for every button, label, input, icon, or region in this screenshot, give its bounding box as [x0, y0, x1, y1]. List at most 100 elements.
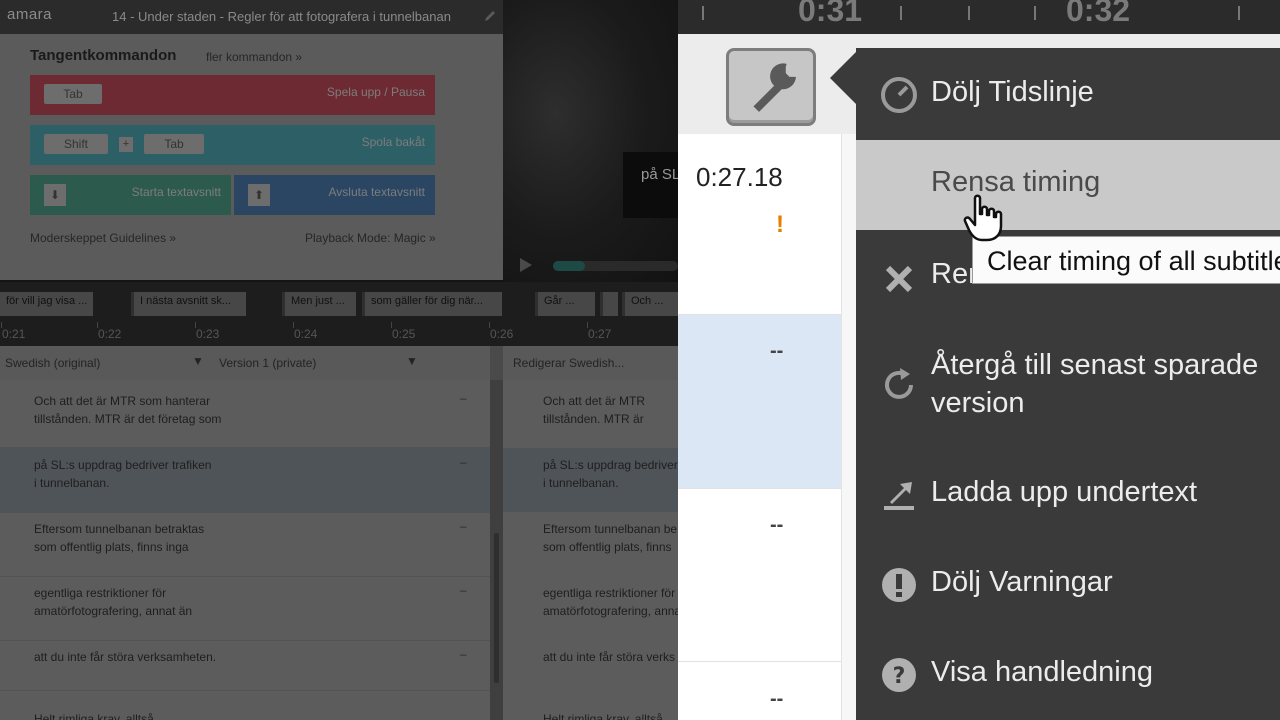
menu-item-upload[interactable]: Ladda upp undertext	[856, 450, 1280, 540]
pencil-icon[interactable]	[483, 9, 497, 23]
timeline-chip[interactable]: som gäller för dig när...	[362, 292, 502, 316]
play-icon[interactable]	[519, 257, 533, 273]
tools-menu-button[interactable]	[726, 48, 816, 126]
menu-item-label: Rensa timing	[931, 166, 1101, 198]
edit-line[interactable]: i tunnelbanan.	[543, 474, 618, 492]
edit-line[interactable]: Och att det är MTR	[543, 392, 645, 410]
tab-key: Tab	[144, 134, 204, 154]
rewind-shortcut[interactable]: Shift + Tab Spola bakåt	[30, 125, 435, 165]
chevron-down-icon[interactable]: ▼	[406, 354, 418, 368]
video-player[interactable]	[503, 0, 680, 282]
menu-item-label: Visa handledning	[931, 656, 1153, 688]
menu-pointer	[830, 52, 856, 104]
source-line: att du inte får störa verksamheten.	[34, 650, 217, 664]
menu-item-label: Återgå till senast sparade version	[931, 349, 1259, 419]
row-dash: –	[460, 519, 467, 533]
timeline-chip[interactable]: Går ...	[535, 292, 595, 316]
wrench-icon	[753, 63, 796, 112]
source-line: i tunnelbanan.	[34, 476, 110, 490]
edit-line[interactable]: tillstånden. MTR är	[543, 410, 644, 428]
editing-label: Redigerar Swedish...	[513, 356, 625, 370]
column-separator	[841, 134, 856, 720]
menu-item-hide-warnings[interactable]: Dölj Varningar	[856, 540, 1280, 630]
menu-item-label: Dölj Varningar	[931, 566, 1113, 598]
play-pause-label: Spela upp / Pausa	[326, 85, 425, 99]
play-pause-shortcut[interactable]: Tab Spela upp / Pausa	[30, 75, 435, 115]
top-bar: amara 14 - Under staden - Regler för att…	[0, 0, 503, 34]
timeline-chip[interactable]	[600, 292, 618, 316]
row-divider	[678, 314, 841, 315]
timeline-chip[interactable]: Och ...	[622, 292, 680, 316]
refresh-icon	[885, 368, 913, 399]
arrow-up-key: ⬆	[248, 184, 270, 206]
timeline-chip[interactable]: Men just ...	[282, 292, 356, 316]
subtitle-timeline[interactable]: för vill jag visa ... I nästa avsnitt sk…	[0, 282, 680, 346]
menu-item-label: Dölj Tidslinje	[931, 76, 1094, 108]
empty-time: --	[770, 340, 784, 362]
subtitle-start-time[interactable]: 0:27.18	[696, 162, 783, 193]
svg-text:?: ?	[893, 664, 906, 689]
menu-item-label: Ladda upp undertext	[931, 476, 1198, 508]
tick-label: 0:25	[392, 327, 416, 341]
edit-line[interactable]: Helt rimliga krav, alltså.	[543, 710, 666, 720]
tick-line	[702, 6, 704, 20]
scrollbar-thumb[interactable]	[494, 533, 499, 683]
empty-time: --	[770, 514, 784, 536]
x-icon	[885, 265, 913, 293]
edit-line[interactable]: Eftersom tunnelbanan be	[543, 520, 677, 538]
row-divider	[678, 488, 841, 489]
language-select[interactable]: Swedish (original)	[5, 356, 100, 370]
timing-row-highlight	[678, 315, 841, 488]
edit-column-header: Redigerar Swedish...	[503, 346, 680, 380]
source-line: Helt rimliga krav, alltså.	[34, 712, 158, 720]
edit-line[interactable]: att du inte får störa verks	[543, 648, 675, 666]
chevron-down-icon[interactable]: ▼	[192, 354, 204, 368]
tab-key: Tab	[44, 84, 102, 104]
zoomed-tick: 0:32	[1066, 0, 1131, 28]
timeline-chip[interactable]: I nästa avsnitt sk...	[131, 292, 246, 316]
tick-line	[1034, 6, 1036, 20]
tick-label: 0:26	[490, 327, 514, 341]
tick-line	[968, 6, 970, 20]
row-divider	[0, 576, 490, 577]
guidelines-link[interactable]: Moderskeppet Guidelines »	[30, 231, 176, 245]
tools-dropdown-menu: Dölj Tidslinje Rensa timing Rensa text Å…	[856, 48, 1280, 720]
amara-logo[interactable]: amara	[7, 6, 52, 23]
tick-line	[900, 6, 902, 20]
source-line: som offentlig plats, finns inga	[34, 540, 189, 554]
source-line: Eftersom tunnelbanan betraktas	[34, 522, 205, 536]
menu-item-hide-timeline[interactable]: Dölj Tidslinje	[856, 48, 1280, 140]
timeline-chip[interactable]: för vill jag visa ...	[0, 292, 93, 316]
source-line: Och att det är MTR som hanterar	[34, 394, 211, 408]
row-divider	[0, 512, 490, 513]
tick-line	[1238, 6, 1240, 20]
edit-line[interactable]: egentliga restriktioner för	[543, 584, 675, 602]
end-subtitle-shortcut[interactable]: ⬆ Avsluta textavsnitt	[234, 175, 435, 215]
edit-line[interactable]: amatörfotografering, anna	[543, 602, 681, 620]
row-dash: –	[460, 391, 467, 405]
more-commands-link[interactable]: fler kommandon »	[206, 50, 302, 64]
edit-line[interactable]: som offentlig plats, finns	[543, 538, 672, 556]
shortcuts-title: Tangentkommandon	[30, 47, 177, 64]
timing-warning-icon: !	[776, 211, 784, 238]
video-progress-bar[interactable]	[553, 261, 678, 271]
video-title: 14 - Under staden - Regler för att fotog…	[112, 9, 451, 24]
menu-item-show-guide[interactable]: ? Visa handledning	[856, 630, 1280, 720]
row-dash: –	[460, 455, 467, 469]
row-divider	[0, 640, 490, 641]
edit-line[interactable]: på SL:s uppdrag bedriver	[543, 456, 678, 474]
warning-icon	[882, 568, 916, 602]
start-subtitle-shortcut[interactable]: ⬇ Starta textavsnitt	[30, 175, 231, 215]
version-select[interactable]: Version 1 (private)	[219, 356, 316, 370]
zoomed-tick: 0:31	[798, 0, 863, 28]
tick-label: 0:23	[196, 327, 220, 341]
empty-time: --	[770, 688, 784, 710]
tick-label: 0:21	[2, 327, 26, 341]
playback-mode-link[interactable]: Playback Mode: Magic »	[305, 231, 436, 245]
menu-item-clear-timing[interactable]: Rensa timing	[856, 140, 1280, 230]
row-divider	[678, 661, 841, 662]
row-divider	[0, 690, 490, 691]
start-subtitle-label: Starta textavsnitt	[131, 185, 221, 199]
zoomed-timeline: 0:31 0:32	[678, 0, 1280, 34]
menu-item-revert[interactable]: Återgå till senast sparade version	[856, 322, 1280, 450]
